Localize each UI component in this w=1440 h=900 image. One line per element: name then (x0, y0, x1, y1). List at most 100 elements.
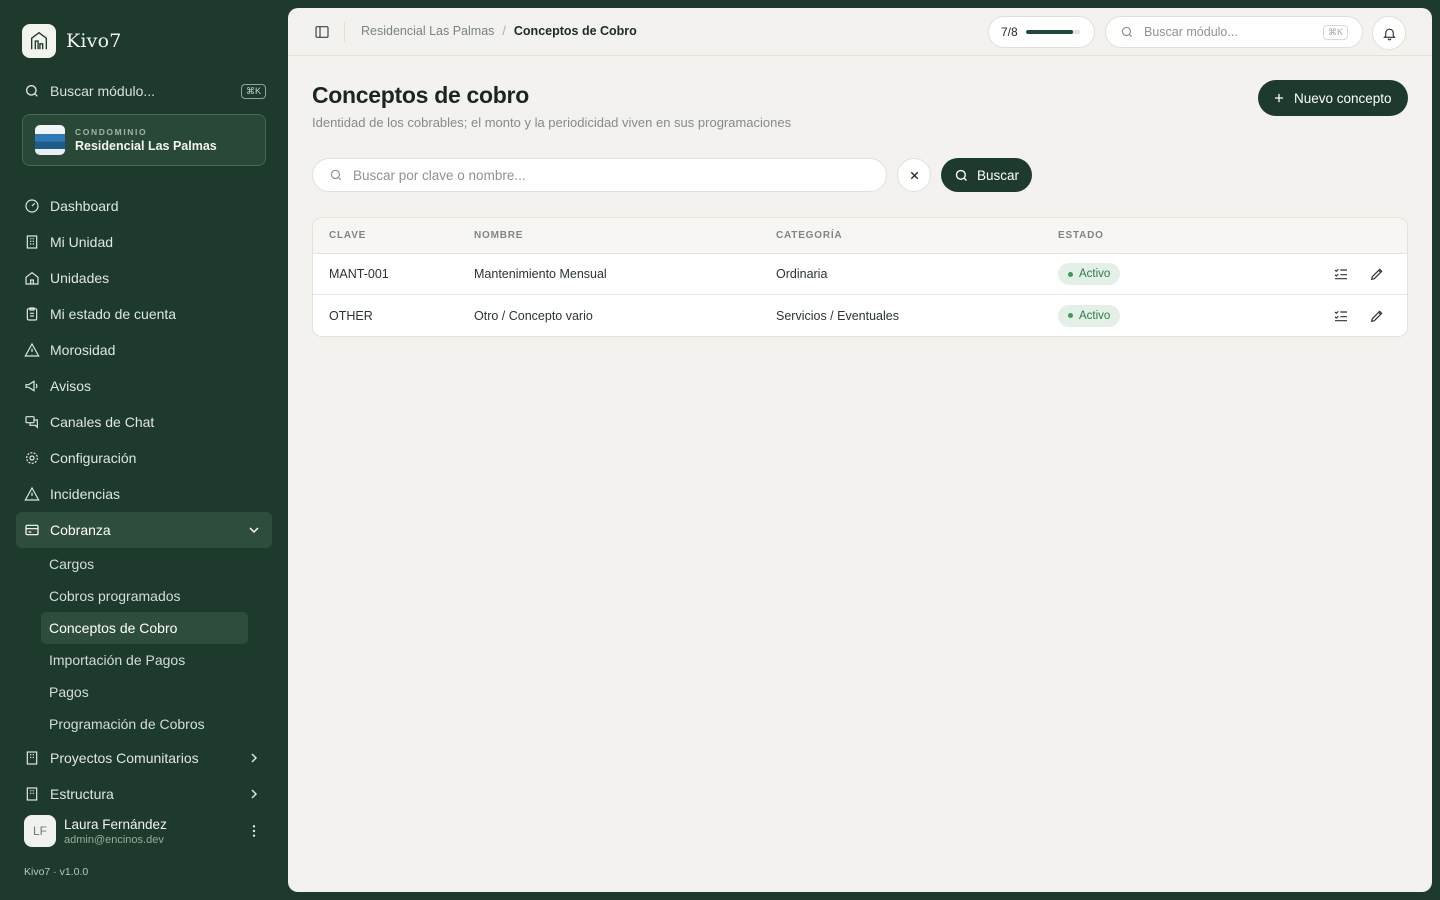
sidebar-subitem-cargos[interactable]: Cargos (41, 548, 248, 580)
page-subtitle: Identidad de los cobrables; el monto y l… (312, 115, 792, 130)
chevron-right-icon[interactable] (246, 786, 262, 802)
clipboard-icon (26, 307, 38, 321)
column-header-nombre[interactable]: NOMBRE (474, 230, 776, 241)
cell-nombre: Otro / Concepto vario (474, 308, 593, 323)
sidebar-item-cobranza[interactable]: Cobranza (16, 512, 272, 548)
new-concept-button[interactable]: Nuevo concepto (1258, 80, 1408, 116)
sidebar-item-label: Incidencias (50, 486, 121, 502)
list-checks-icon (1334, 310, 1347, 321)
programs-button[interactable] (1331, 306, 1351, 326)
status-label: Activo (1079, 268, 1111, 280)
sidebar-item-configuracion[interactable]: Configuración (16, 440, 272, 476)
sidebar-item-mi-unidad[interactable]: Mi Unidad (16, 224, 272, 260)
more-vertical-icon[interactable] (246, 823, 262, 839)
bell-icon (1382, 28, 1396, 40)
breadcrumb-parent[interactable]: Residencial Las Palmas (361, 24, 494, 38)
sidebar-subitem-importacion-pagos[interactable]: Importación de Pagos (41, 644, 248, 676)
sidebar-item-label: Mi estado de cuenta (50, 306, 177, 322)
condo-name: Residencial Las Palmas (75, 139, 217, 153)
breadcrumb-current: Conceptos de Cobro (513, 24, 637, 38)
edit-button[interactable] (1367, 264, 1387, 284)
cell-estado: Activo (1058, 263, 1258, 285)
sidebar-search-placeholder: Buscar módulo... (50, 83, 156, 99)
search-button-label: Buscar (977, 167, 1020, 183)
cell-actions (1258, 264, 1407, 284)
home-icon (25, 271, 39, 285)
plus-icon (1274, 93, 1284, 103)
column-header-estado[interactable]: ESTADO (1058, 230, 1258, 241)
sidebar-item-canales-chat[interactable]: Canales de Chat (16, 404, 272, 440)
cell-categoria: Ordinaria (776, 267, 828, 281)
sidebar-item-label: Configuración (50, 450, 137, 466)
sidebar-item-label: Unidades (50, 270, 110, 286)
sidebar-item-label: Mi Unidad (50, 234, 114, 250)
shortcut-badge: ⌘K (1322, 24, 1348, 40)
progress-bar-fill (1025, 30, 1073, 34)
close-icon (910, 171, 918, 179)
sidebar-item-dashboard[interactable]: Dashboard (16, 188, 272, 224)
search-icon (330, 169, 342, 181)
status-badge: Activo (1058, 304, 1121, 327)
status-badge: Activo (1058, 263, 1121, 285)
cell-nombre: Mantenimiento Mensual (474, 267, 607, 281)
table-row[interactable]: OTHER Otro / Concepto vario Servicios / … (313, 295, 1407, 336)
search-button[interactable]: Buscar (941, 158, 1032, 192)
chevron-down-icon[interactable] (246, 522, 262, 538)
sidebar-search[interactable]: Buscar módulo... ⌘K (24, 80, 266, 102)
sidebar-toggle-icon[interactable] (314, 24, 330, 40)
topbar-search[interactable]: Buscar módulo... ⌘K (1105, 16, 1363, 48)
search-row: Buscar por clave o nombre... Buscar (312, 158, 1032, 192)
cell-actions (1258, 306, 1407, 326)
column-header-clave[interactable]: CLAVE (313, 230, 474, 241)
sidebar-subitem-pagos[interactable]: Pagos (41, 676, 248, 708)
topbar: Residencial Las Palmas / Conceptos de Co… (288, 8, 1432, 56)
breadcrumb: Residencial Las Palmas / Conceptos de Co… (361, 24, 637, 38)
app-logo[interactable]: Kivo7 (22, 24, 122, 58)
sidebar-item-estado-cuenta[interactable]: Mi estado de cuenta (16, 296, 272, 332)
table-row[interactable]: MANT-001 Mantenimiento Mensual Ordinaria… (313, 254, 1407, 295)
column-header-categoria[interactable]: CATEGORÍA (776, 230, 1058, 241)
sidebar-nav: Dashboard Mi Unidad Unidades Mi estado d… (16, 188, 272, 812)
sidebar-subitem-conceptos-cobro[interactable]: Conceptos de Cobro (41, 612, 248, 644)
search-icon (955, 169, 967, 181)
sidebar-item-unidades[interactable]: Unidades (16, 260, 272, 296)
search-input[interactable]: Buscar por clave o nombre... (312, 158, 887, 192)
list-checks-icon (1334, 268, 1347, 280)
app-version: Kivo7 · v1.0.0 (24, 866, 89, 878)
condo-kicker: CONDOMINIO (75, 127, 148, 137)
sidebar-item-label: Morosidad (50, 342, 116, 358)
sidebar-subitem-cobros-programados[interactable]: Cobros programados (41, 580, 248, 612)
concepts-table: CLAVE NOMBRE CATEGORÍA ESTADO MANT-001 M… (312, 217, 1408, 337)
sidebar-item-avisos[interactable]: Avisos (16, 368, 272, 404)
app-name: Kivo7 (66, 30, 122, 52)
onboarding-progress[interactable]: 7/8 (988, 16, 1095, 48)
chevron-right-icon[interactable] (246, 750, 262, 766)
gear-icon (26, 452, 38, 464)
status-dot (1068, 271, 1073, 277)
sidebar-item-label: Canales de Chat (50, 414, 155, 430)
page-title: Conceptos de cobro (312, 82, 529, 108)
sidebar-item-label: Estructura (50, 786, 114, 802)
user-menu[interactable]: LF Laura Fernández admin@encinos.dev (24, 815, 266, 847)
sidebar: Kivo7 Buscar módulo... ⌘K CONDOMINIO Res… (0, 0, 288, 900)
megaphone-icon (25, 380, 38, 392)
sidebar-item-incidencias[interactable]: Incidencias (16, 476, 272, 512)
avatar: LF (24, 815, 56, 847)
cell-clave: MANT-001 (329, 267, 389, 281)
sidebar-item-proyectos[interactable]: Proyectos Comunitarios (16, 740, 272, 776)
programs-button[interactable] (1331, 264, 1351, 284)
user-name: Laura Fernández (64, 816, 167, 832)
table-header: CLAVE NOMBRE CATEGORÍA ESTADO (313, 218, 1407, 254)
clear-search-button[interactable] (897, 158, 931, 192)
sidebar-item-estructura[interactable]: Estructura (16, 776, 272, 812)
notifications-button[interactable] (1372, 16, 1406, 50)
edit-button[interactable] (1367, 306, 1387, 326)
search-icon (26, 85, 38, 97)
alert-triangle-icon (24, 342, 40, 357)
divider (344, 22, 345, 42)
condo-selector[interactable]: CONDOMINIO Residencial Las Palmas (22, 114, 266, 166)
main-panel: Residencial Las Palmas / Conceptos de Co… (288, 8, 1432, 892)
sidebar-item-morosidad[interactable]: Morosidad (16, 332, 272, 368)
user-email: admin@encinos.dev (64, 833, 164, 846)
sidebar-subitem-programacion-cobros[interactable]: Programación de Cobros (41, 708, 248, 740)
